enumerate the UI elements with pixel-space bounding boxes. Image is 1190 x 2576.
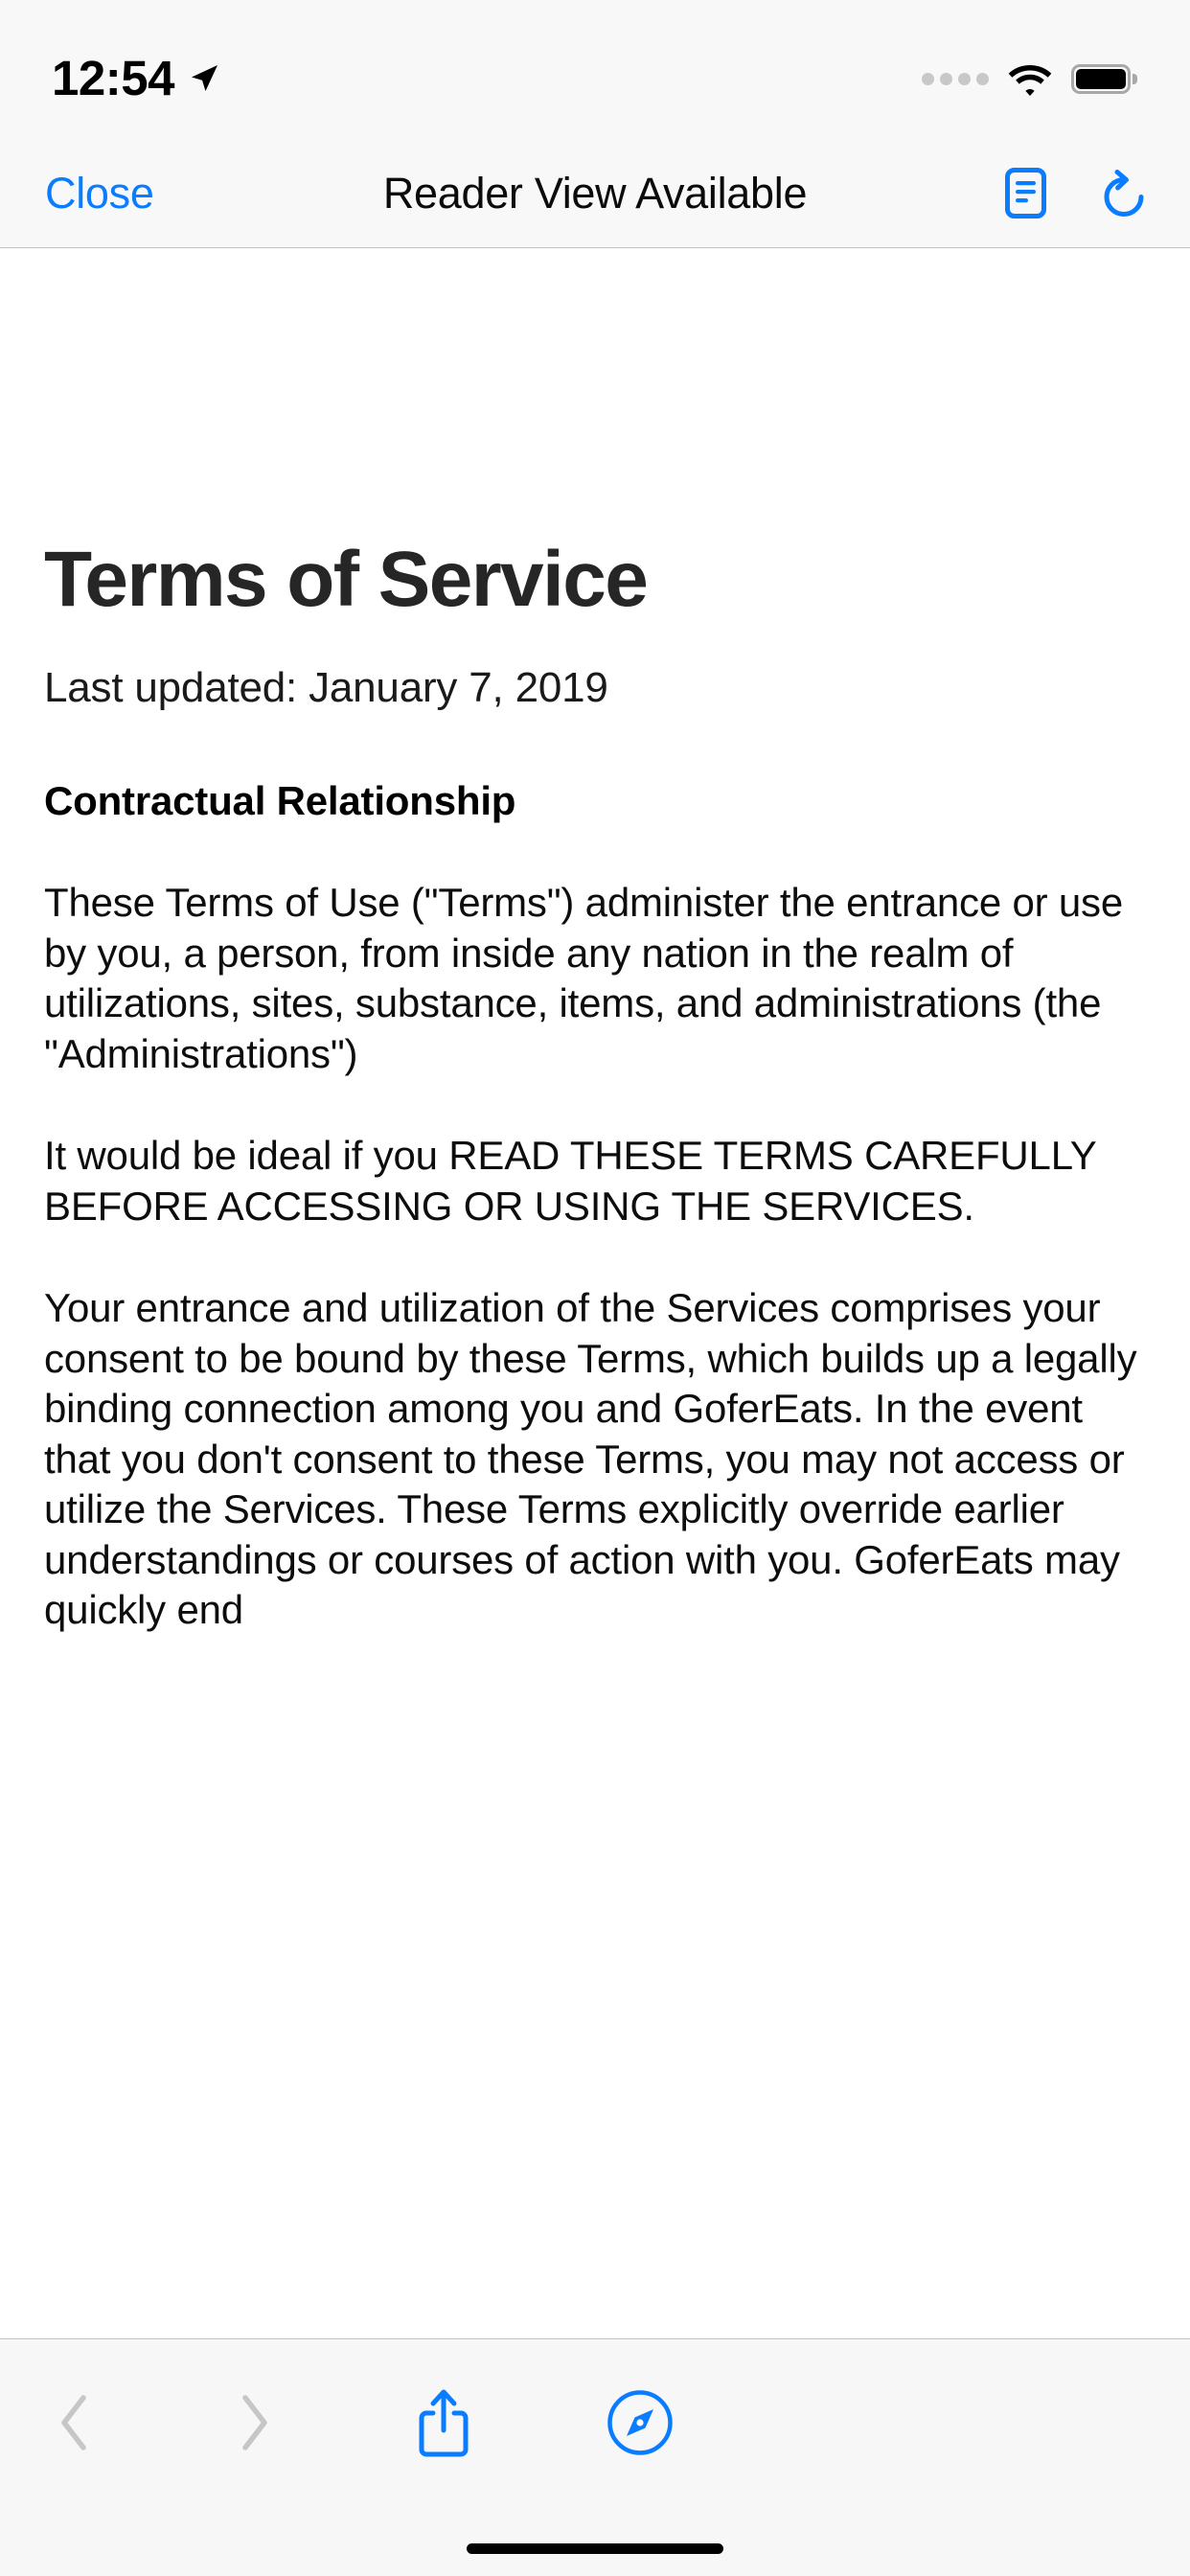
chevron-left-icon bbox=[58, 2394, 89, 2451]
reader-view-icon[interactable] bbox=[1005, 168, 1046, 218]
location-arrow-icon bbox=[188, 62, 220, 95]
reload-icon[interactable] bbox=[1101, 168, 1147, 218]
browser-toolbar bbox=[0, 2338, 1190, 2576]
status-time: 12:54 bbox=[52, 51, 174, 105]
wifi-icon bbox=[1008, 63, 1052, 96]
document-paragraph: It would be ideal if you READ THESE TERM… bbox=[44, 1133, 1096, 1229]
status-bar-right bbox=[922, 63, 1137, 96]
share-icon bbox=[417, 2388, 470, 2457]
document-section-heading: Contractual Relationship bbox=[44, 778, 516, 824]
back-button[interactable] bbox=[21, 2370, 126, 2475]
document-last-updated: Last updated: January 7, 2019 bbox=[44, 664, 608, 712]
browser-nav-bar: Close Reader View Available bbox=[0, 139, 1190, 248]
home-indicator bbox=[467, 2543, 723, 2554]
document-paragraph: These Terms of Use ("Terms") administer … bbox=[44, 880, 1123, 1076]
page-content[interactable]: Terms of Service Last updated: January 7… bbox=[0, 249, 1190, 2338]
battery-full-icon bbox=[1071, 64, 1137, 94]
safari-compass-icon bbox=[606, 2389, 674, 2456]
signal-dots-icon bbox=[922, 73, 989, 85]
document-title: Terms of Service bbox=[44, 536, 649, 623]
safari-reader-screen: 12:54 Close Reader View Available Terms … bbox=[0, 0, 1190, 2576]
forward-button[interactable] bbox=[202, 2370, 308, 2475]
toolbar-actions bbox=[0, 2339, 1190, 2507]
status-bar: 12:54 bbox=[0, 0, 1190, 139]
open-in-safari-button[interactable] bbox=[587, 2370, 693, 2475]
nav-bar-actions bbox=[1005, 168, 1147, 218]
chevron-right-icon bbox=[240, 2394, 270, 2451]
status-bar-left: 12:54 bbox=[52, 54, 220, 103]
document-paragraph: Your entrance and utilization of the Ser… bbox=[44, 1285, 1137, 1633]
share-button[interactable] bbox=[391, 2365, 496, 2480]
